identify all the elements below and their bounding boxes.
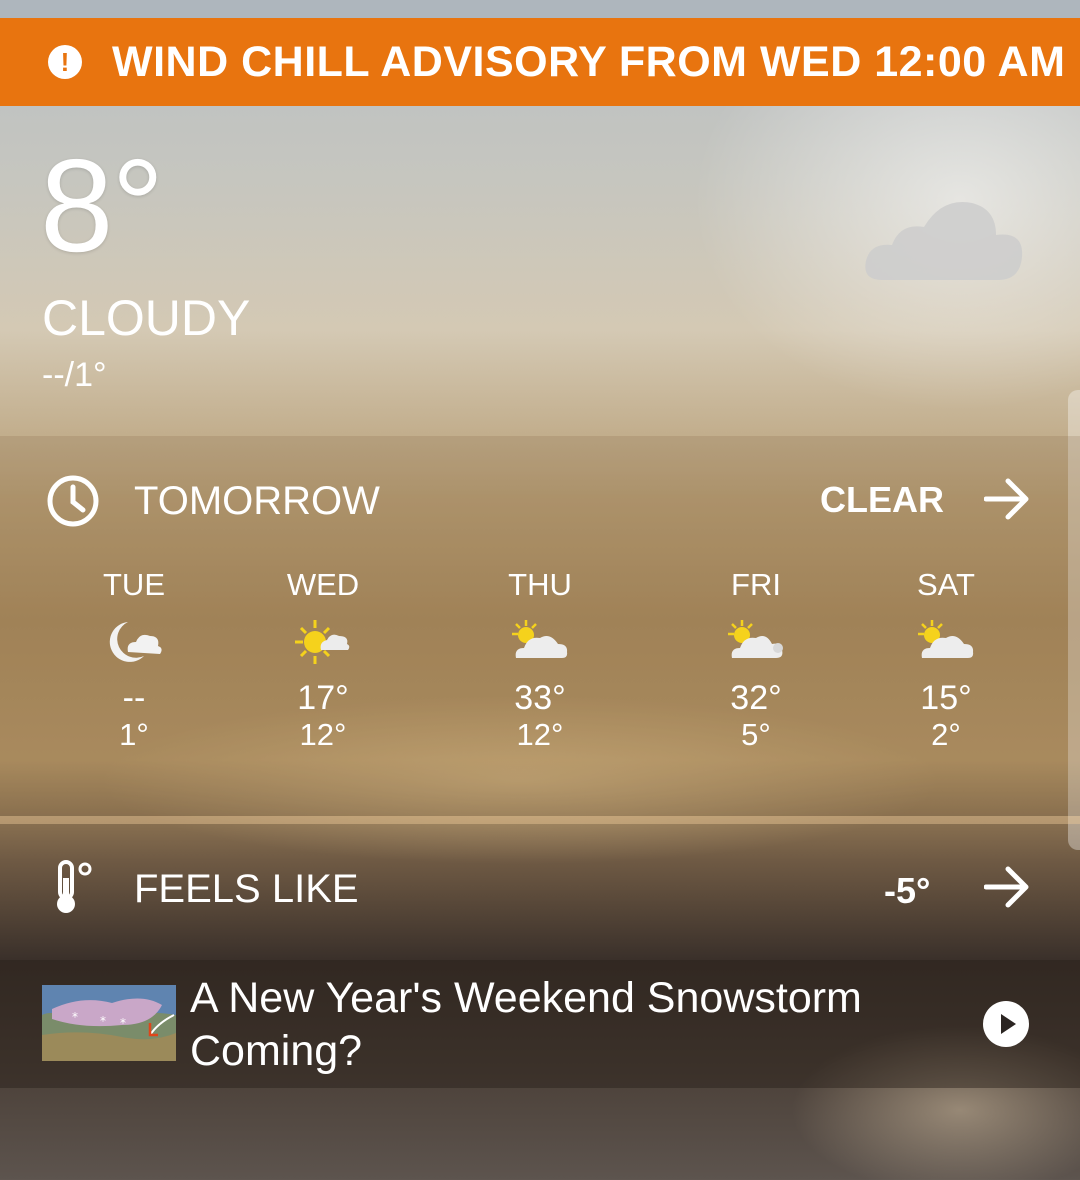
play-icon[interactable] [982,1000,1030,1048]
current-condition: CLOUDY [42,290,251,346]
svg-text:*: * [72,1010,78,1024]
forecast-day-thu[interactable]: THU 33° 12° [460,565,620,753]
tomorrow-title: TOMORROW [134,479,380,523]
day-name: THU [508,567,572,602]
forecast-day-sat[interactable]: SAT 15° 2° [866,565,1026,753]
forecast-day-tue[interactable]: TUE -- 1° [54,565,214,753]
day-high: 32° [730,679,782,717]
divider [0,816,1080,824]
current-hi-lo: --/1° [42,356,107,394]
arrow-right-icon[interactable] [984,478,1030,520]
news-headline[interactable]: A New Year's Weekend Snowstorm Coming? [190,972,950,1078]
news-thumbnail[interactable]: * * * [42,985,176,1061]
advisory-text: WIND CHILL ADVISORY FROM WED 12:00 AM [112,37,1066,86]
day-low: 2° [931,717,961,752]
partly-cloudy-icon [728,620,783,658]
status-strip [0,0,1080,18]
day-low: 12° [516,717,564,752]
thermometer-icon [57,860,92,913]
day-low: 5° [741,717,771,752]
alert-icon: ! [48,45,82,79]
sun-cloud-icon [295,620,350,664]
wind-chill-advisory-banner[interactable]: ! WIND CHILL ADVISORY FROM WED 12:00 AM [0,18,1080,106]
forecast-days: TUE -- 1° WED 17° 12° THU 33° 12° FRI 32… [0,565,1080,765]
svg-text:*: * [120,1016,126,1030]
day-low: 1° [119,717,149,752]
moon-cloud-icon [109,622,162,662]
day-name: SAT [917,567,975,602]
clock-icon [47,475,99,527]
feels-like-title: FEELS LIKE [134,867,359,911]
svg-text:*: * [100,1014,106,1028]
day-high: 15° [920,679,972,717]
partly-cloudy-icon [918,620,974,658]
day-name: WED [286,567,360,602]
forecast-day-fri[interactable]: FRI 32° 5° [676,565,836,753]
current-temperature: 8° [40,132,164,279]
tomorrow-summary[interactable]: CLEAR [820,479,944,521]
day-high: 17° [297,679,349,717]
day-name: TUE [103,567,165,602]
day-low: 12° [299,717,347,752]
arrow-right-icon[interactable] [984,866,1030,908]
partly-cloudy-icon [512,620,568,658]
forecast-day-wed[interactable]: WED 17° 12° [243,565,403,753]
day-name: FRI [731,567,781,602]
day-high: 33° [514,679,566,717]
feels-like-value[interactable]: -5° [884,870,930,912]
day-high: -- [122,679,146,717]
cloud-icon [865,202,1023,280]
